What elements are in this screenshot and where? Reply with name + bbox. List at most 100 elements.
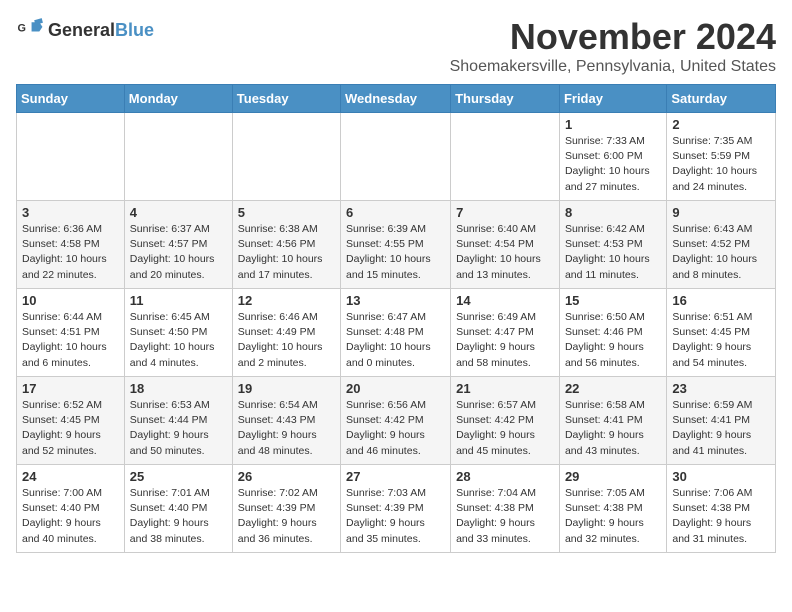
day-number: 14 xyxy=(456,293,554,308)
day-number: 4 xyxy=(130,205,227,220)
calendar-cell: 4 Sunrise: 6:37 AM Sunset: 4:57 PM Daylig… xyxy=(124,201,232,289)
month-title: November 2024 xyxy=(450,16,776,58)
calendar-cell xyxy=(341,113,451,201)
day-info: Sunrise: 6:42 AM Sunset: 4:53 PM Dayligh… xyxy=(565,222,661,283)
day-info: Sunrise: 6:54 AM Sunset: 4:43 PM Dayligh… xyxy=(238,398,335,459)
calendar-cell xyxy=(17,113,125,201)
day-number: 19 xyxy=(238,381,335,396)
day-number: 15 xyxy=(565,293,661,308)
day-info: Sunrise: 6:50 AM Sunset: 4:46 PM Dayligh… xyxy=(565,310,661,371)
calendar-cell: 13 Sunrise: 6:47 AM Sunset: 4:48 PM Dayli… xyxy=(341,289,451,377)
logo: G GeneralBlue xyxy=(16,16,154,44)
col-header-thursday: Thursday xyxy=(451,85,560,113)
calendar-cell: 6 Sunrise: 6:39 AM Sunset: 4:55 PM Daylig… xyxy=(341,201,451,289)
col-header-tuesday: Tuesday xyxy=(232,85,340,113)
calendar-cell: 30 Sunrise: 7:06 AM Sunset: 4:38 PM Dayli… xyxy=(667,465,776,553)
day-info: Sunrise: 6:40 AM Sunset: 4:54 PM Dayligh… xyxy=(456,222,554,283)
day-info: Sunrise: 6:53 AM Sunset: 4:44 PM Dayligh… xyxy=(130,398,227,459)
calendar-cell: 2 Sunrise: 7:35 AM Sunset: 5:59 PM Daylig… xyxy=(667,113,776,201)
day-number: 29 xyxy=(565,469,661,484)
day-number: 17 xyxy=(22,381,119,396)
calendar-cell: 15 Sunrise: 6:50 AM Sunset: 4:46 PM Dayli… xyxy=(559,289,666,377)
week-row-1: 1 Sunrise: 7:33 AM Sunset: 6:00 PM Daylig… xyxy=(17,113,776,201)
calendar-cell: 25 Sunrise: 7:01 AM Sunset: 4:40 PM Dayli… xyxy=(124,465,232,553)
calendar-cell: 14 Sunrise: 6:49 AM Sunset: 4:47 PM Dayli… xyxy=(451,289,560,377)
col-header-wednesday: Wednesday xyxy=(341,85,451,113)
day-number: 12 xyxy=(238,293,335,308)
page-header: G GeneralBlue November 2024 Shoemakersvi… xyxy=(16,16,776,76)
day-info: Sunrise: 6:49 AM Sunset: 4:47 PM Dayligh… xyxy=(456,310,554,371)
calendar-cell: 26Sunrise: 7:02 AM Sunset: 4:39 PM Dayli… xyxy=(232,465,340,553)
day-number: 7 xyxy=(456,205,554,220)
day-info: Sunrise: 6:58 AM Sunset: 4:41 PM Dayligh… xyxy=(565,398,661,459)
day-info: Sunrise: 6:45 AM Sunset: 4:50 PM Dayligh… xyxy=(130,310,227,371)
week-row-3: 10Sunrise: 6:44 AM Sunset: 4:51 PM Dayli… xyxy=(17,289,776,377)
calendar-cell: 8 Sunrise: 6:42 AM Sunset: 4:53 PM Daylig… xyxy=(559,201,666,289)
day-number: 20 xyxy=(346,381,445,396)
day-info: Sunrise: 6:51 AM Sunset: 4:45 PM Dayligh… xyxy=(672,310,770,371)
calendar-cell: 16Sunrise: 6:51 AM Sunset: 4:45 PM Dayli… xyxy=(667,289,776,377)
svg-text:G: G xyxy=(18,23,26,35)
day-info: Sunrise: 7:06 AM Sunset: 4:38 PM Dayligh… xyxy=(672,486,770,547)
day-number: 23 xyxy=(672,381,770,396)
day-number: 30 xyxy=(672,469,770,484)
day-info: Sunrise: 6:37 AM Sunset: 4:57 PM Dayligh… xyxy=(130,222,227,283)
day-number: 26 xyxy=(238,469,335,484)
logo-icon: G xyxy=(16,16,44,44)
day-info: Sunrise: 6:57 AM Sunset: 4:42 PM Dayligh… xyxy=(456,398,554,459)
logo-text: GeneralBlue xyxy=(48,20,154,41)
day-info: Sunrise: 7:33 AM Sunset: 6:00 PM Dayligh… xyxy=(565,134,661,195)
day-info: Sunrise: 6:52 AM Sunset: 4:45 PM Dayligh… xyxy=(22,398,119,459)
day-number: 13 xyxy=(346,293,445,308)
week-row-5: 24Sunrise: 7:00 AM Sunset: 4:40 PM Dayli… xyxy=(17,465,776,553)
day-number: 1 xyxy=(565,117,661,132)
day-number: 10 xyxy=(22,293,119,308)
calendar-cell: 7 Sunrise: 6:40 AM Sunset: 4:54 PM Daylig… xyxy=(451,201,560,289)
day-number: 28 xyxy=(456,469,554,484)
col-header-sunday: Sunday xyxy=(17,85,125,113)
calendar-cell: 17 Sunrise: 6:52 AM Sunset: 4:45 PM Dayli… xyxy=(17,377,125,465)
day-number: 25 xyxy=(130,469,227,484)
calendar-title-area: November 2024 Shoemakersville, Pennsylva… xyxy=(450,16,776,76)
calendar-cell xyxy=(451,113,560,201)
day-info: Sunrise: 6:39 AM Sunset: 4:55 PM Dayligh… xyxy=(346,222,445,283)
day-info: Sunrise: 6:59 AM Sunset: 4:41 PM Dayligh… xyxy=(672,398,770,459)
location-title: Shoemakersville, Pennsylvania, United St… xyxy=(450,58,776,76)
day-info: Sunrise: 7:00 AM Sunset: 4:40 PM Dayligh… xyxy=(22,486,119,547)
calendar-cell: 21 Sunrise: 6:57 AM Sunset: 4:42 PM Dayli… xyxy=(451,377,560,465)
calendar-cell: 9 Sunrise: 6:43 AM Sunset: 4:52 PM Daylig… xyxy=(667,201,776,289)
calendar-cell: 27Sunrise: 7:03 AM Sunset: 4:39 PM Dayli… xyxy=(341,465,451,553)
calendar-cell: 3Sunrise: 6:36 AM Sunset: 4:58 PM Daylig… xyxy=(17,201,125,289)
day-info: Sunrise: 7:01 AM Sunset: 4:40 PM Dayligh… xyxy=(130,486,227,547)
calendar-table: SundayMondayTuesdayWednesdayThursdayFrid… xyxy=(16,84,776,553)
day-number: 18 xyxy=(130,381,227,396)
day-info: Sunrise: 6:47 AM Sunset: 4:48 PM Dayligh… xyxy=(346,310,445,371)
calendar-cell: 24Sunrise: 7:00 AM Sunset: 4:40 PM Dayli… xyxy=(17,465,125,553)
day-info: Sunrise: 6:46 AM Sunset: 4:49 PM Dayligh… xyxy=(238,310,335,371)
calendar-cell: 12 Sunrise: 6:46 AM Sunset: 4:49 PM Dayli… xyxy=(232,289,340,377)
day-number: 2 xyxy=(672,117,770,132)
day-number: 3 xyxy=(22,205,119,220)
calendar-cell: 22 Sunrise: 6:58 AM Sunset: 4:41 PM Dayli… xyxy=(559,377,666,465)
day-number: 11 xyxy=(130,293,227,308)
day-info: Sunrise: 7:35 AM Sunset: 5:59 PM Dayligh… xyxy=(672,134,770,195)
calendar-cell: 23 Sunrise: 6:59 AM Sunset: 4:41 PM Dayli… xyxy=(667,377,776,465)
day-info: Sunrise: 7:05 AM Sunset: 4:38 PM Dayligh… xyxy=(565,486,661,547)
day-info: Sunrise: 7:04 AM Sunset: 4:38 PM Dayligh… xyxy=(456,486,554,547)
calendar-header-row: SundayMondayTuesdayWednesdayThursdayFrid… xyxy=(17,85,776,113)
calendar-cell: 11 Sunrise: 6:45 AM Sunset: 4:50 PM Dayli… xyxy=(124,289,232,377)
day-number: 8 xyxy=(565,205,661,220)
calendar-cell: 5Sunrise: 6:38 AM Sunset: 4:56 PM Daylig… xyxy=(232,201,340,289)
calendar-cell: 29 Sunrise: 7:05 AM Sunset: 4:38 PM Dayli… xyxy=(559,465,666,553)
week-row-2: 3Sunrise: 6:36 AM Sunset: 4:58 PM Daylig… xyxy=(17,201,776,289)
calendar-cell xyxy=(124,113,232,201)
day-info: Sunrise: 6:43 AM Sunset: 4:52 PM Dayligh… xyxy=(672,222,770,283)
day-number: 21 xyxy=(456,381,554,396)
day-number: 9 xyxy=(672,205,770,220)
calendar-cell: 19 Sunrise: 6:54 AM Sunset: 4:43 PM Dayli… xyxy=(232,377,340,465)
day-number: 6 xyxy=(346,205,445,220)
day-info: Sunrise: 6:56 AM Sunset: 4:42 PM Dayligh… xyxy=(346,398,445,459)
col-header-saturday: Saturday xyxy=(667,85,776,113)
day-number: 22 xyxy=(565,381,661,396)
week-row-4: 17 Sunrise: 6:52 AM Sunset: 4:45 PM Dayli… xyxy=(17,377,776,465)
